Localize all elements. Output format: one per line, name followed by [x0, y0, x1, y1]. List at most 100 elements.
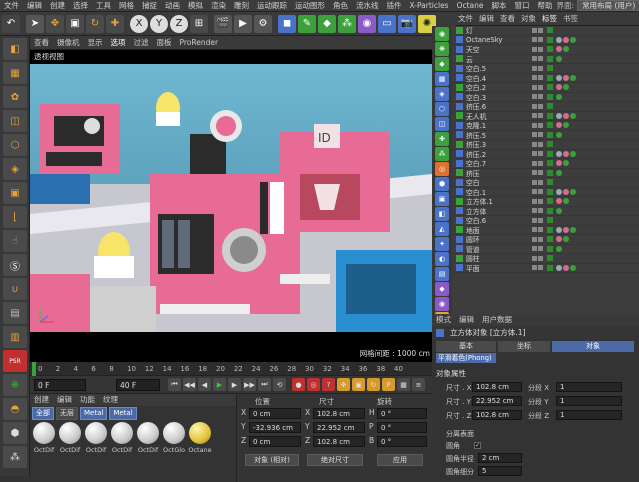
- object-name[interactable]: 地面: [466, 225, 480, 235]
- object-menu-bookmarks[interactable]: 书签: [560, 12, 581, 26]
- material-tag-icon[interactable]: [570, 36, 576, 43]
- object-enabled-check-icon[interactable]: [547, 150, 553, 157]
- end-frame-field[interactable]: 40 F: [116, 378, 160, 391]
- object-enabled-check-icon[interactable]: [547, 207, 553, 214]
- viewport-menu-panel[interactable]: 面板: [153, 36, 176, 50]
- pla-key-icon[interactable]: ▦: [397, 378, 410, 391]
- filter-metal-1[interactable]: Metal: [80, 406, 108, 420]
- object-visibility-flags[interactable]: [532, 103, 544, 109]
- object-enabled-check-icon[interactable]: [547, 103, 553, 110]
- object-name[interactable]: 空白.7: [466, 158, 486, 168]
- array-icon[interactable]: ⁂: [338, 14, 356, 33]
- object-visibility-flags[interactable]: [532, 189, 544, 195]
- object-visibility-flags[interactable]: [532, 179, 544, 185]
- rotation-key-icon[interactable]: ↻: [367, 378, 380, 391]
- object-tags[interactable]: [556, 84, 570, 91]
- tool-i-icon[interactable]: ⁂: [435, 147, 449, 161]
- object-name[interactable]: 管道: [466, 244, 480, 254]
- attr-tab-phong[interactable]: 平滑着色(Phong): [436, 353, 496, 363]
- attr-size-z-field[interactable]: 102.8 cm: [472, 410, 522, 420]
- object-tags[interactable]: [556, 188, 577, 195]
- material-tag-icon[interactable]: [563, 74, 569, 81]
- object-enabled-check-icon[interactable]: [547, 188, 553, 195]
- tool-s-icon[interactable]: ◉: [435, 297, 449, 311]
- object-name[interactable]: 挤压.5: [466, 130, 486, 140]
- material-item[interactable]: OctDif: [136, 422, 160, 462]
- object-tags[interactable]: [556, 264, 577, 271]
- material-tag-icon[interactable]: [563, 46, 569, 53]
- material-item[interactable]: OctDif: [84, 422, 108, 462]
- object-name[interactable]: 空白.2: [466, 82, 486, 92]
- make-editable-icon[interactable]: ◧: [3, 38, 27, 60]
- material-tag-icon[interactable]: [556, 169, 562, 176]
- object-row[interactable]: 圆柱: [452, 254, 639, 264]
- tool-q-icon[interactable]: ▤: [435, 267, 449, 281]
- material-item[interactable]: OctGlo: [162, 422, 186, 462]
- object-visibility-flags[interactable]: [532, 198, 544, 204]
- attr-tab-basic[interactable]: 基本: [436, 341, 496, 352]
- object-row[interactable]: 空白.7: [452, 159, 639, 169]
- object-visibility-flags[interactable]: [532, 246, 544, 252]
- polygons-mode-icon[interactable]: ▣: [3, 182, 27, 204]
- object-name[interactable]: 空白.6: [466, 215, 486, 225]
- material-tag-icon[interactable]: [563, 160, 569, 167]
- material-tag-icon[interactable]: [556, 36, 562, 43]
- tool-d-icon[interactable]: ▦: [435, 72, 449, 86]
- object-menu-file[interactable]: 文件: [455, 12, 476, 26]
- mograph-icon[interactable]: ⁂: [3, 446, 27, 468]
- object-tags[interactable]: [556, 207, 563, 214]
- filter-metal-2[interactable]: Metal: [109, 406, 137, 420]
- attr-fillet-sub-field[interactable]: 5: [478, 466, 522, 476]
- material-tag-icon[interactable]: [556, 150, 562, 157]
- object-name[interactable]: 空白.1: [466, 187, 486, 197]
- object-visibility-flags[interactable]: [532, 84, 544, 90]
- object-visibility-flags[interactable]: [532, 265, 544, 271]
- attr-fillet-checkbox[interactable]: ✓: [474, 442, 481, 449]
- object-tags[interactable]: [556, 226, 577, 233]
- tool-b-icon[interactable]: ❋: [435, 42, 449, 56]
- object-tags[interactable]: [556, 131, 563, 138]
- tool-h-icon[interactable]: ✚: [435, 132, 449, 146]
- position-key-icon[interactable]: ✥: [337, 378, 350, 391]
- object-visibility-flags[interactable]: [532, 94, 544, 100]
- object-enabled-check-icon[interactable]: [547, 264, 553, 271]
- param-key-icon[interactable]: P: [382, 378, 395, 391]
- object-enabled-check-icon[interactable]: [547, 255, 553, 262]
- go-to-end-icon[interactable]: ⏭: [258, 378, 271, 391]
- filter-all[interactable]: 全部: [32, 406, 54, 420]
- object-enabled-check-icon[interactable]: [547, 179, 553, 186]
- model-mode-icon[interactable]: ▦: [3, 62, 27, 84]
- object-row[interactable]: 平面: [452, 264, 639, 273]
- lock-icon[interactable]: ▥: [3, 326, 27, 348]
- attr-size-x-field[interactable]: 102.8 cm: [472, 382, 522, 392]
- points-mode-icon[interactable]: ⬡: [3, 134, 27, 156]
- menu-item-3[interactable]: 选择: [69, 0, 92, 12]
- sculpt-icon[interactable]: ❋: [3, 374, 27, 396]
- material-tag-icon[interactable]: [556, 226, 562, 233]
- object-name[interactable]: OctaneSky: [466, 36, 502, 44]
- object-menu-view[interactable]: 查看: [497, 12, 518, 26]
- object-tags[interactable]: [556, 236, 570, 243]
- object-enabled-check-icon[interactable]: [547, 245, 553, 252]
- material-tag-icon[interactable]: [563, 236, 569, 243]
- object-enabled-check-icon[interactable]: [547, 65, 553, 72]
- material-tag-icon[interactable]: [563, 198, 569, 205]
- go-to-start-icon[interactable]: ⏮: [168, 378, 181, 391]
- material-tag-icon[interactable]: [556, 122, 562, 129]
- object-row[interactable]: 天空: [452, 45, 639, 55]
- layout-dropdown[interactable]: 常用布局 (用户): [577, 0, 639, 11]
- rotate-icon[interactable]: ↻: [86, 14, 104, 33]
- select-arrow-icon[interactable]: ➤: [26, 14, 44, 33]
- psr-icon[interactable]: PSR: [3, 350, 27, 372]
- menu-item-11[interactable]: 运动跟踪: [253, 0, 291, 12]
- menu-item-20[interactable]: 帮助: [534, 0, 557, 12]
- play-icon[interactable]: ▶: [213, 378, 226, 391]
- object-visibility-flags[interactable]: [532, 75, 544, 81]
- object-name[interactable]: 云: [466, 54, 473, 64]
- object-enabled-check-icon[interactable]: [547, 84, 553, 91]
- texture-mode-icon[interactable]: ✿: [3, 86, 27, 108]
- menu-item-13[interactable]: 角色: [329, 0, 352, 12]
- attr-menu-userdata[interactable]: 用户数据: [478, 314, 516, 326]
- object-enabled-check-icon[interactable]: [547, 74, 553, 81]
- object-enabled-check-icon[interactable]: [547, 93, 553, 100]
